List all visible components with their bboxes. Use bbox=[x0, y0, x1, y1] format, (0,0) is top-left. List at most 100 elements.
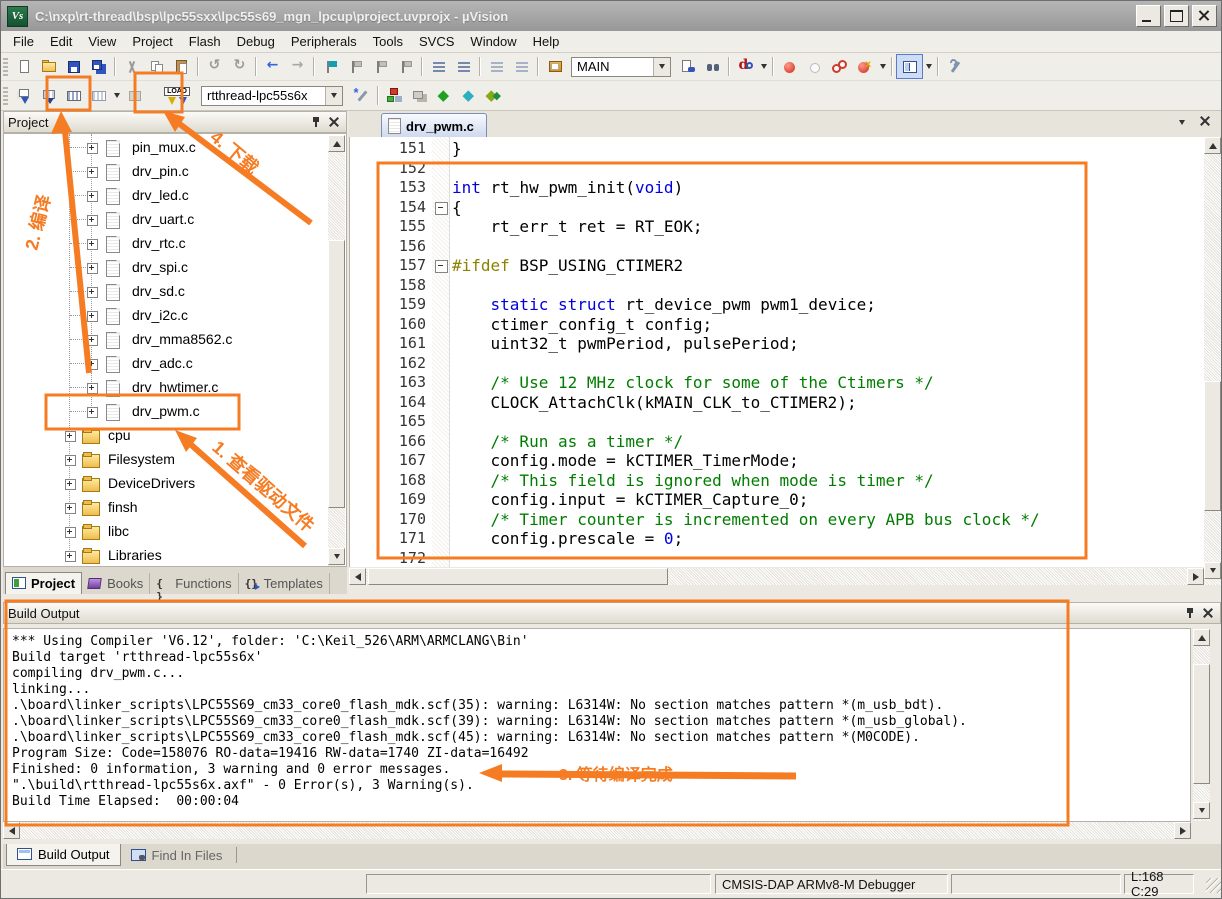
redo-button[interactable] bbox=[227, 55, 252, 78]
resize-grip[interactable] bbox=[1206, 878, 1221, 893]
expand-icon[interactable] bbox=[65, 503, 76, 514]
kill-breakpoints-dropdown[interactable] bbox=[877, 55, 888, 78]
rebuild-button[interactable] bbox=[61, 84, 86, 107]
menu-file[interactable]: File bbox=[5, 32, 42, 51]
tab-project[interactable]: Project bbox=[5, 572, 82, 594]
close-button[interactable] bbox=[1192, 5, 1217, 27]
tree-group-filesystem[interactable]: Filesystem bbox=[4, 448, 346, 472]
scroll-right-button[interactable] bbox=[1187, 568, 1204, 585]
tab-find-in-files[interactable]: Find In Files bbox=[121, 844, 233, 866]
menu-svcs[interactable]: SVCS bbox=[411, 32, 462, 51]
tree-group-libc[interactable]: libc bbox=[4, 520, 346, 544]
flash-configure-button[interactable] bbox=[407, 84, 432, 107]
comment-selection-button[interactable] bbox=[484, 55, 509, 78]
code-line-157[interactable]: 157#ifdef BSP_USING_CTIMER2 bbox=[350, 256, 1205, 276]
scroll-down-button[interactable] bbox=[1204, 562, 1221, 579]
tree-file-drv_mma8562-c[interactable]: drv_mma8562.c bbox=[4, 328, 346, 352]
editor-vscrollbar[interactable] bbox=[1204, 137, 1221, 585]
next-bookmark-button[interactable] bbox=[368, 55, 393, 78]
manage-rte-button[interactable] bbox=[382, 84, 407, 107]
scroll-left-button[interactable] bbox=[349, 568, 366, 585]
menu-help[interactable]: Help bbox=[525, 32, 568, 51]
disable-breakpoint-button[interactable] bbox=[802, 55, 827, 78]
code-line-158[interactable]: 158 bbox=[350, 276, 1205, 296]
expand-icon[interactable] bbox=[87, 335, 98, 346]
code-line-156[interactable]: 156 bbox=[350, 237, 1205, 257]
minimize-button[interactable] bbox=[1136, 5, 1161, 27]
toolbar-grip[interactable] bbox=[3, 87, 8, 105]
title-bar[interactable]: Vs C:\nxp\rt-thread\bsp\lpc55sxx\lpc55s6… bbox=[1, 1, 1222, 31]
code-editor[interactable]: 151}152153int rt_hw_pwm_init(void)154{15… bbox=[349, 137, 1205, 567]
tree-file-drv_spi-c[interactable]: drv_spi.c bbox=[4, 256, 346, 280]
insert-breakpoint-button[interactable] bbox=[777, 55, 802, 78]
menu-flash[interactable]: Flash bbox=[181, 32, 229, 51]
build-hscrollbar[interactable] bbox=[3, 822, 1191, 839]
clear-bookmarks-button[interactable] bbox=[393, 55, 418, 78]
expand-icon[interactable] bbox=[65, 431, 76, 442]
stop-build-button[interactable] bbox=[122, 84, 147, 107]
maximize-button[interactable] bbox=[1164, 5, 1189, 27]
expand-icon[interactable] bbox=[87, 191, 98, 202]
code-line-164[interactable]: 164 CLOCK_AttachClk(kMAIN_CLK_to_CTIMER2… bbox=[350, 393, 1205, 413]
prev-bookmark-button[interactable] bbox=[343, 55, 368, 78]
scroll-up-button[interactable] bbox=[328, 135, 345, 152]
code-line-166[interactable]: 166 /* Run as a timer */ bbox=[350, 432, 1205, 452]
tree-group-devicedrivers[interactable]: DeviceDrivers bbox=[4, 472, 346, 496]
expand-icon[interactable] bbox=[87, 383, 98, 394]
tree-file-drv_pwm-c[interactable]: drv_pwm.c bbox=[4, 400, 346, 424]
configure-button[interactable] bbox=[942, 55, 967, 78]
scroll-right-button[interactable] bbox=[1174, 822, 1191, 839]
indent-left-button[interactable] bbox=[451, 55, 476, 78]
enable-breakpoints-button[interactable] bbox=[827, 55, 852, 78]
cut-button[interactable] bbox=[119, 55, 144, 78]
expand-icon[interactable] bbox=[87, 287, 98, 298]
target-dropdown[interactable] bbox=[325, 87, 342, 105]
menu-edit[interactable]: Edit bbox=[42, 32, 80, 51]
close-panel-icon[interactable] bbox=[1200, 606, 1216, 620]
undo-button[interactable] bbox=[202, 55, 227, 78]
code-line-168[interactable]: 168 /* This field is ignored when mode i… bbox=[350, 471, 1205, 491]
tab-functions[interactable]: Functions bbox=[150, 573, 238, 594]
lookup-word-dropdown[interactable] bbox=[758, 55, 769, 78]
expand-icon[interactable] bbox=[65, 551, 76, 562]
expand-icon[interactable] bbox=[87, 263, 98, 274]
manage-components-button[interactable] bbox=[482, 84, 507, 107]
pin-icon[interactable] bbox=[1182, 606, 1198, 620]
code-line-163[interactable]: 163 /* Use 12 MHz clock for some of the … bbox=[350, 373, 1205, 393]
find-in-files-button[interactable] bbox=[675, 55, 700, 78]
tree-file-drv_led-c[interactable]: drv_led.c bbox=[4, 184, 346, 208]
download-button[interactable]: LOAD bbox=[159, 83, 195, 109]
code-line-160[interactable]: 160 ctimer_config_t config; bbox=[350, 315, 1205, 335]
expand-icon[interactable] bbox=[65, 527, 76, 538]
fold-collapse-icon[interactable] bbox=[435, 202, 448, 215]
scroll-down-button[interactable] bbox=[328, 548, 345, 565]
expand-icon[interactable] bbox=[87, 407, 98, 418]
indent-right-button[interactable] bbox=[426, 55, 451, 78]
tree-group-finsh[interactable]: finsh bbox=[4, 496, 346, 520]
menu-project[interactable]: Project bbox=[124, 32, 180, 51]
copy-button[interactable] bbox=[144, 55, 169, 78]
lookup-word-button[interactable] bbox=[733, 55, 758, 78]
close-panel-icon[interactable] bbox=[326, 115, 342, 129]
new-file-button[interactable] bbox=[11, 55, 36, 78]
tab-list-dropdown-icon[interactable] bbox=[1179, 120, 1185, 125]
code-line-151[interactable]: 151} bbox=[350, 139, 1205, 159]
code-line-154[interactable]: 154{ bbox=[350, 198, 1205, 218]
code-line-171[interactable]: 171 config.prescale = 0; bbox=[350, 529, 1205, 549]
editor-tab-drv-pwm[interactable]: drv_pwm.c bbox=[381, 113, 487, 138]
expand-icon[interactable] bbox=[65, 479, 76, 490]
toolbar-grip[interactable] bbox=[3, 58, 8, 76]
save-button[interactable] bbox=[61, 55, 86, 78]
scroll-up-button[interactable] bbox=[1193, 629, 1210, 646]
search-dropdown[interactable] bbox=[653, 58, 670, 76]
configure-find-button[interactable] bbox=[542, 55, 567, 78]
close-document-icon[interactable] bbox=[1197, 114, 1213, 128]
scrollbar-thumb[interactable] bbox=[1193, 664, 1210, 784]
target-options-button[interactable] bbox=[349, 84, 374, 107]
expand-icon[interactable] bbox=[87, 311, 98, 322]
open-folder-button[interactable] bbox=[36, 55, 61, 78]
pin-icon[interactable] bbox=[308, 115, 324, 129]
pack-installer-button[interactable] bbox=[432, 84, 457, 107]
target-combobox[interactable]: rtthread-lpc55s6x bbox=[201, 86, 343, 106]
window-layout-button[interactable] bbox=[896, 54, 923, 79]
